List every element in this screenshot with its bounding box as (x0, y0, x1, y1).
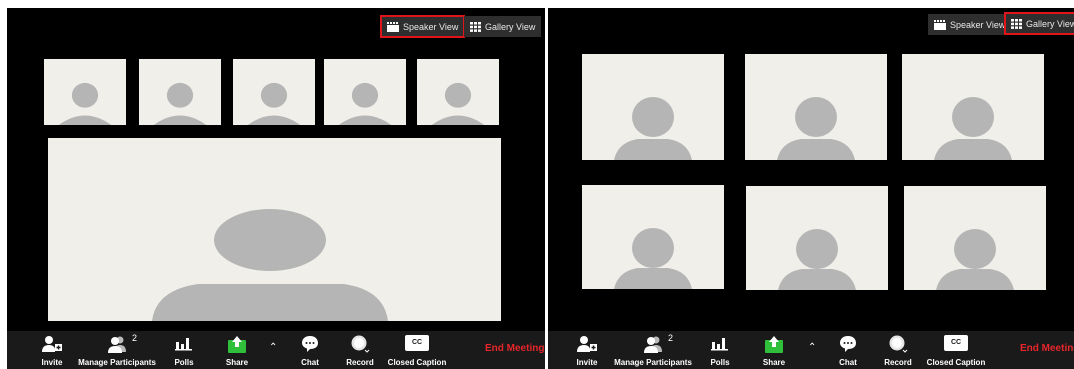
avatar-placeholder-icon (247, 82, 301, 125)
record-icon (889, 335, 908, 353)
active-speaker-video[interactable] (48, 138, 501, 321)
polls-icon (175, 338, 192, 351)
share-options-chevron-icon[interactable]: ⌃ (808, 342, 816, 353)
speaker-view-button[interactable]: Speaker View (379, 15, 466, 38)
manage-participants-label: Manage Participants (614, 358, 692, 367)
speaker-view-label: Speaker View (950, 19, 1006, 30)
chat-icon (840, 336, 856, 352)
participant-tile[interactable] (582, 54, 724, 160)
participant-tile[interactable] (582, 185, 724, 289)
invite-button[interactable]: Invite (572, 331, 602, 369)
participants-icon (644, 336, 662, 353)
share-button[interactable]: Share (756, 331, 792, 369)
chat-icon (302, 336, 318, 352)
share-options-chevron-icon[interactable]: ⌃ (269, 342, 277, 353)
polls-label: Polls (710, 358, 730, 367)
avatar-placeholder-icon (614, 97, 692, 160)
invite-label: Invite (576, 358, 598, 367)
closed-caption-icon: CC (944, 335, 968, 351)
participant-count-badge: 2 (668, 333, 674, 343)
participant-tile[interactable] (902, 54, 1044, 160)
record-button[interactable]: Record (342, 331, 378, 369)
speaker-view-screen: Speaker View Gallery View Invite 2 Manag… (7, 8, 545, 369)
polls-icon (711, 338, 728, 351)
chat-label: Chat (839, 358, 857, 367)
speaker-view-button[interactable]: Speaker View (928, 14, 1012, 35)
chat-button[interactable]: Chat (831, 331, 865, 369)
share-screen-icon (228, 336, 246, 353)
end-meeting-button[interactable]: End Meeting (485, 343, 544, 354)
record-label: Record (884, 358, 912, 367)
closed-caption-button[interactable]: CC Closed Caption (385, 331, 449, 369)
avatar-placeholder-icon (614, 228, 692, 289)
gallery-view-screen: Speaker View Gallery View Invite 2 Manag… (548, 8, 1074, 369)
share-label: Share (762, 358, 786, 367)
share-label: Share (225, 358, 249, 367)
gallery-view-icon (470, 21, 481, 32)
avatar-placeholder-icon (153, 82, 207, 125)
chat-button[interactable]: Chat (293, 331, 327, 369)
participant-thumbnail[interactable] (44, 59, 126, 125)
avatar-placeholder-icon (431, 82, 485, 125)
invite-icon (577, 336, 597, 352)
gallery-view-button[interactable]: Gallery View (1004, 12, 1074, 35)
manage-participants-button[interactable]: 2 Manage Participants (77, 331, 157, 369)
record-icon (351, 335, 370, 353)
chat-label: Chat (301, 358, 319, 367)
participant-thumbnail[interactable] (324, 59, 406, 125)
avatar-placeholder-icon (338, 82, 392, 125)
manage-participants-button[interactable]: 2 Manage Participants (612, 331, 694, 369)
speaker-view-icon (934, 19, 946, 30)
end-meeting-button[interactable]: End Meeting (1020, 343, 1074, 354)
gallery-view-label: Gallery View (485, 21, 536, 32)
avatar-placeholder-icon (934, 97, 1012, 160)
record-button[interactable]: Record (880, 331, 916, 369)
invite-label: Invite (41, 358, 63, 367)
gallery-view-button[interactable]: Gallery View (464, 16, 542, 37)
participants-icon (108, 336, 126, 353)
manage-participants-label: Manage Participants (78, 358, 156, 367)
gallery-view-label: Gallery View (1026, 18, 1074, 29)
closed-caption-label: Closed Caption (926, 358, 986, 367)
speaker-view-label: Speaker View (403, 21, 459, 32)
avatar-placeholder-icon (152, 209, 388, 321)
avatar-placeholder-icon (936, 229, 1014, 290)
record-label: Record (346, 358, 374, 367)
participant-tile[interactable] (745, 54, 887, 160)
avatar-placeholder-icon (58, 82, 112, 125)
participant-tile[interactable] (904, 186, 1046, 290)
invite-button[interactable]: Invite (37, 331, 67, 369)
invite-icon (42, 336, 62, 352)
polls-label: Polls (174, 358, 194, 367)
avatar-placeholder-icon (777, 97, 855, 160)
participant-thumbnail[interactable] (139, 59, 221, 125)
polls-button[interactable]: Polls (703, 331, 737, 369)
speaker-view-icon (387, 21, 399, 32)
meeting-toolbar: Invite 2 Manage Participants Polls Share (7, 331, 545, 369)
participant-thumbnail[interactable] (417, 59, 499, 125)
participant-thumbnail[interactable] (233, 59, 315, 125)
participant-tile[interactable] (746, 186, 888, 290)
polls-button[interactable]: Polls (167, 331, 201, 369)
closed-caption-button[interactable]: CC Closed Caption (924, 331, 988, 369)
avatar-placeholder-icon (778, 229, 856, 290)
participant-count-badge: 2 (132, 333, 138, 343)
share-button[interactable]: Share (219, 331, 255, 369)
closed-caption-icon: CC (405, 335, 429, 351)
meeting-toolbar: Invite 2 Manage Participants Polls Share (548, 331, 1074, 369)
gallery-view-icon (1011, 18, 1022, 29)
share-screen-icon (765, 336, 783, 353)
closed-caption-label: Closed Caption (387, 358, 447, 367)
